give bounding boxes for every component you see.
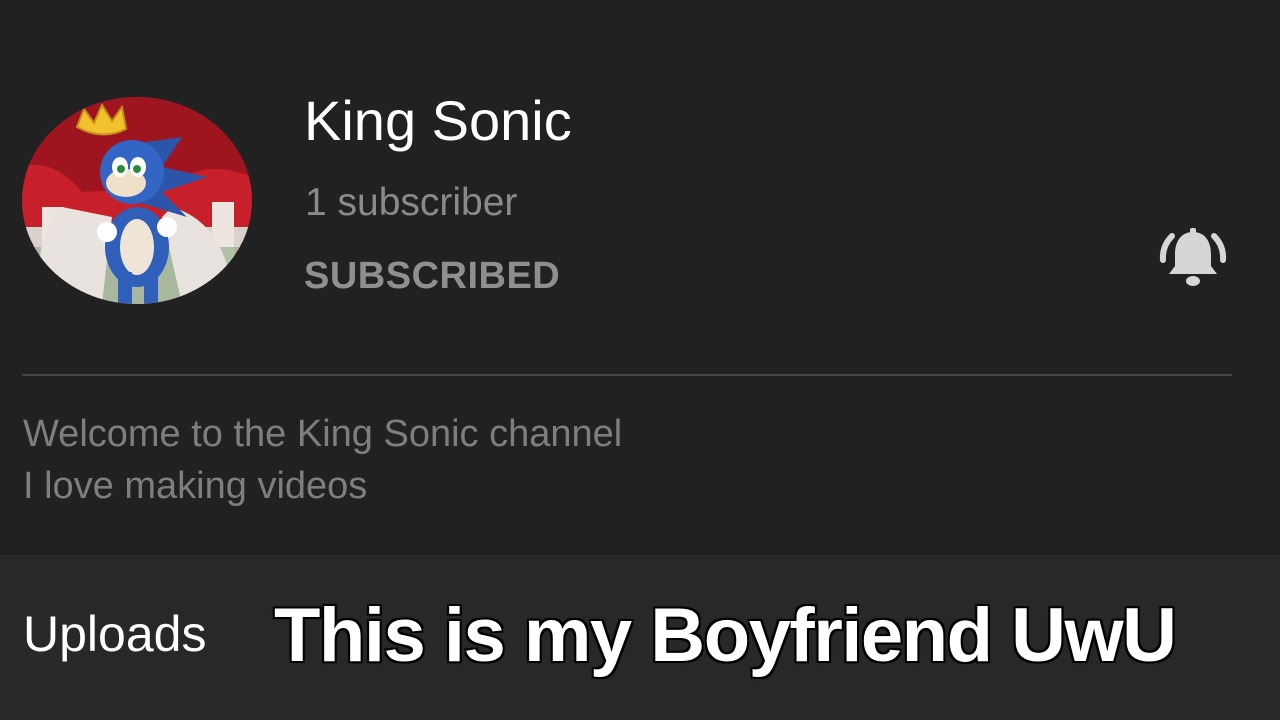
subscribed-button[interactable]: SUBSCRIBED	[304, 252, 560, 300]
bell-ringing-icon	[1159, 228, 1227, 286]
channel-header: King Sonic 1 subscriber SUBSCRIBED Welco…	[0, 0, 1280, 555]
tab-uploads[interactable]: Uploads	[23, 604, 206, 664]
description-line: I love making videos	[23, 465, 368, 507]
avatar-image	[22, 97, 252, 304]
channel-avatar[interactable]	[22, 97, 252, 304]
section-divider	[22, 374, 1232, 376]
channel-description: Welcome to the King Sonic channel I love…	[23, 408, 622, 512]
channel-page: King Sonic 1 subscriber SUBSCRIBED Welco…	[0, 0, 1280, 720]
overlay-caption: This is my Boyfriend UwU	[274, 593, 1177, 678]
notification-bell-button[interactable]	[1158, 226, 1228, 290]
subscriber-count: 1 subscriber	[305, 181, 518, 224]
channel-name: King Sonic	[304, 89, 572, 152]
description-line: Welcome to the King Sonic channel	[23, 413, 623, 455]
